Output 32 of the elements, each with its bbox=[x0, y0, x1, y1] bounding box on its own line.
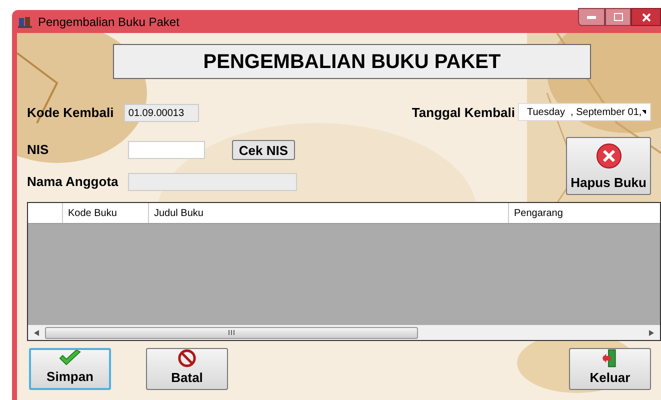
action-button[interactable]: Simpan bbox=[29, 348, 112, 390]
field-label: Nama Anggota bbox=[27, 173, 120, 192]
scroll-right-icon bbox=[649, 330, 654, 336]
field-label: Tanggal Kembali bbox=[412, 104, 516, 122]
prohibited-icon bbox=[176, 349, 198, 368]
column-header[interactable]: Pengarang bbox=[509, 203, 660, 223]
book-icon bbox=[18, 16, 32, 28]
maximize-button[interactable] bbox=[605, 8, 631, 26]
action-button[interactable]: Batal bbox=[146, 348, 228, 390]
scroll-left-icon bbox=[34, 330, 39, 336]
close-button[interactable] bbox=[631, 8, 661, 26]
scrollbar-thumb[interactable] bbox=[45, 326, 418, 338]
close-icon bbox=[642, 12, 650, 22]
field-label: NIS bbox=[27, 141, 50, 160]
minimize-button[interactable] bbox=[578, 8, 605, 26]
horizontal-scrollbar[interactable] bbox=[28, 325, 660, 340]
window-title: Pengembalian Buku Paket bbox=[38, 14, 180, 30]
cek-nis-button[interactable]: Cek NIS bbox=[232, 140, 295, 160]
form-heading: PENGEMBALIAN BUKU PAKET bbox=[113, 44, 591, 79]
dropdown-arrow-icon bbox=[642, 110, 646, 114]
field-label: Kode Kembali bbox=[27, 104, 115, 122]
date-picker[interactable]: Tuesday , September 01, bbox=[518, 103, 651, 121]
column-header[interactable]: Kode Buku bbox=[63, 203, 149, 223]
hapus-buku-button[interactable]: Hapus Buku bbox=[566, 137, 651, 195]
grip-icon bbox=[228, 330, 235, 335]
input-field[interactable] bbox=[128, 141, 205, 159]
maximize-icon bbox=[614, 13, 622, 21]
check-icon bbox=[58, 350, 82, 366]
action-button[interactable]: Keluar bbox=[569, 348, 651, 390]
column-header[interactable]: Judul Buku bbox=[149, 203, 509, 223]
delete-icon bbox=[596, 142, 622, 168]
minimize-icon bbox=[587, 16, 596, 18]
